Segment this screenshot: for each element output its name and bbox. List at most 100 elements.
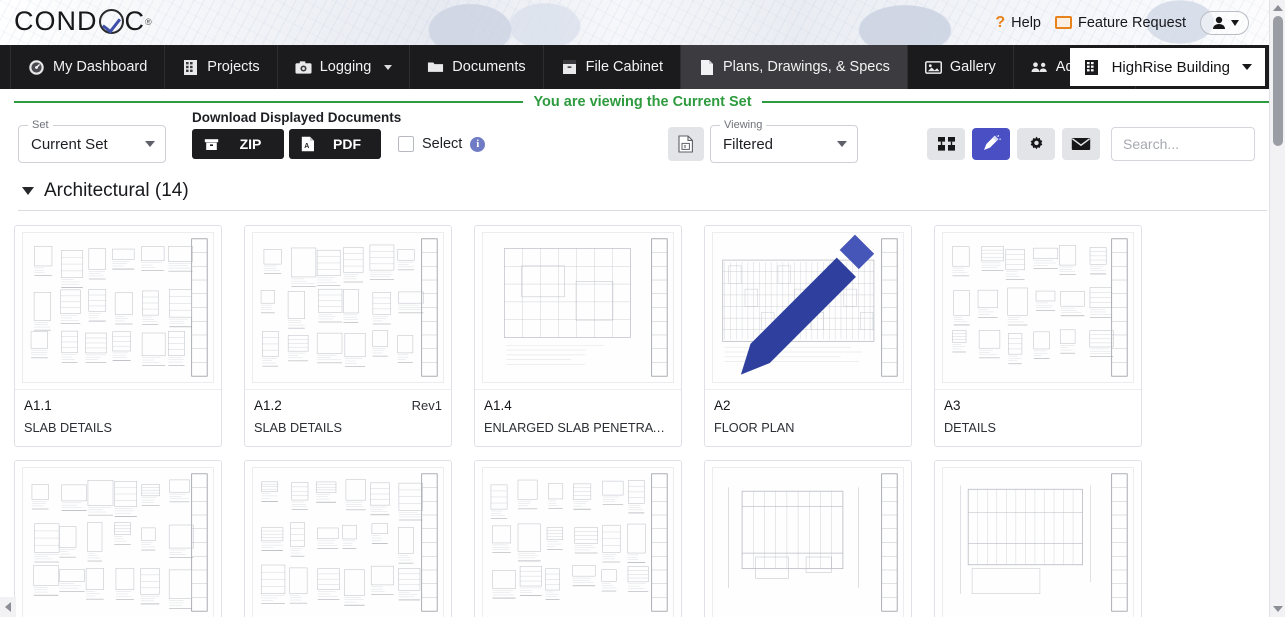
- document-thumbnail[interactable]: [475, 461, 681, 617]
- markup-wand-button[interactable]: [972, 128, 1010, 160]
- logo-text-prefix: COND: [14, 6, 98, 36]
- document-thumbnail[interactable]: [935, 226, 1141, 389]
- document-number: A1.1: [24, 398, 52, 413]
- document-card[interactable]: A2.2 Rev1: [14, 460, 222, 617]
- chevron-down-icon[interactable]: [22, 187, 34, 195]
- logo-trademark: ®: [145, 16, 153, 27]
- envelope-icon: [1071, 138, 1091, 150]
- section-header-architectural[interactable]: Architectural (14): [0, 174, 1285, 210]
- thumbnail-page: [252, 232, 444, 383]
- building-icon: [182, 59, 199, 76]
- document-thumbnail[interactable]: [475, 226, 681, 389]
- archive-box-icon: [204, 138, 219, 150]
- document-thumbnail[interactable]: [935, 461, 1141, 617]
- document-thumbnail[interactable]: [245, 461, 451, 617]
- document-card[interactable]: A3 DETAILS: [934, 225, 1142, 447]
- nav-item-projects[interactable]: Projects: [165, 45, 278, 89]
- export-xls-button[interactable]: x: [668, 127, 704, 161]
- thumbnail-page: [482, 467, 674, 617]
- document-thumbnail[interactable]: [705, 461, 911, 617]
- thumbnail-page: [712, 467, 904, 617]
- condoc-logo[interactable]: COND C ®: [14, 6, 153, 37]
- set-select-legend: Set: [28, 119, 53, 131]
- search-box[interactable]: [1111, 127, 1285, 161]
- compare-button[interactable]: [927, 128, 965, 160]
- nav-label: Plans, Drawings, & Specs: [723, 59, 890, 75]
- building-icon: [1083, 59, 1100, 76]
- documents-toolbar: Set Current Set Download Displayed Docum…: [0, 110, 1285, 174]
- document-meta: A1.2 Rev1 SLAB DETAILS: [245, 389, 451, 446]
- nav-label: File Cabinet: [585, 59, 664, 75]
- document-card[interactable]: A6: [704, 460, 912, 617]
- document-number: A2: [714, 398, 731, 413]
- excel-export-icon: x: [678, 135, 693, 153]
- document-card[interactable]: A4.1 Rev1: [474, 460, 682, 617]
- nav-item-gallery[interactable]: Gallery: [908, 45, 1014, 89]
- nav-item-logging[interactable]: Logging: [278, 45, 411, 89]
- nav-label: Gallery: [949, 59, 996, 75]
- select-documents-checkbox[interactable]: [398, 136, 414, 152]
- scroll-left-arrow-icon[interactable]: [5, 602, 11, 612]
- document-card[interactable]: A2 FLOOR PLAN: [704, 225, 912, 447]
- viewing-select-legend: Viewing: [720, 119, 767, 131]
- download-pdf-button[interactable]: A PDF: [289, 129, 381, 159]
- document-thumbnail[interactable]: [245, 226, 451, 389]
- chevron-down-icon: [1242, 64, 1252, 70]
- help-label: Help: [1011, 14, 1041, 31]
- document-number: A1.4: [484, 398, 512, 413]
- feature-request-link[interactable]: Feature Request: [1054, 15, 1186, 31]
- scroll-down-arrow-icon[interactable]: [1273, 606, 1283, 612]
- vertical-scrollbar-thumb[interactable]: [1273, 16, 1283, 146]
- document-card[interactable]: A1.4 ENLARGED SLAB PENETRATION P...: [474, 225, 682, 447]
- project-selector[interactable]: HighRise Building: [1069, 48, 1265, 86]
- nav-item-file-cabinet[interactable]: File Cabinet: [544, 45, 682, 89]
- document-card[interactable]: A1.1 SLAB DETAILS: [14, 225, 222, 447]
- document-meta: A2 FLOOR PLAN: [705, 389, 911, 446]
- document-thumbnail[interactable]: [705, 226, 911, 389]
- document-thumbnail[interactable]: [15, 461, 221, 617]
- nav-label: Logging: [319, 59, 372, 75]
- document-card[interactable]: A2.3: [244, 460, 452, 617]
- select-documents-label: Select: [422, 136, 463, 152]
- markup-wand-icon: [984, 135, 1001, 150]
- search-input[interactable]: [1121, 135, 1285, 153]
- download-group-label: Download Displayed Documents: [192, 110, 402, 125]
- gear-icon: [1030, 136, 1042, 149]
- user-avatar-icon: [1213, 16, 1225, 29]
- viewing-select[interactable]: Viewing Filtered: [710, 119, 858, 163]
- monitor-icon: [1054, 16, 1072, 29]
- nav-item-plans-drawings-specs[interactable]: Plans, Drawings, & Specs: [681, 45, 908, 89]
- banner-rule-left: [14, 101, 524, 103]
- set-select[interactable]: Set Current Set: [18, 119, 166, 163]
- document-card[interactable]: A1.2 Rev1 SLAB DETAILS: [244, 225, 452, 447]
- nav-item-documents[interactable]: Documents: [410, 45, 544, 89]
- thumbnail-page: [942, 467, 1134, 617]
- svg-text:A: A: [304, 143, 309, 150]
- document-description: ENLARGED SLAB PENETRATION P...: [484, 421, 672, 435]
- email-button[interactable]: [1062, 128, 1100, 160]
- documents-grid: A1.1 SLAB DETAILS A1.2 Rev1 SLAB DETAILS: [0, 211, 1285, 617]
- chevron-down-icon: [145, 141, 155, 147]
- scroll-up-arrow-icon[interactable]: [1273, 5, 1283, 11]
- nav-item-my-dashboard[interactable]: My Dashboard: [10, 45, 166, 89]
- settings-button[interactable]: [1017, 128, 1055, 160]
- document-meta: A1.1 SLAB DETAILS: [15, 389, 221, 446]
- user-menu-button[interactable]: [1200, 10, 1249, 35]
- logo-check-o-icon: [98, 9, 124, 34]
- document-description: SLAB DETAILS: [254, 421, 342, 435]
- download-zip-button[interactable]: ZIP: [192, 129, 284, 159]
- nav-label: Documents: [452, 59, 526, 75]
- project-selector-label: HighRise Building: [1111, 58, 1230, 76]
- horizontal-scrollbar-left-arrow[interactable]: [0, 597, 16, 617]
- thumbnail-page: [942, 232, 1134, 383]
- document-thumbnail[interactable]: [15, 226, 221, 389]
- viewing-group: x Viewing Filtered: [668, 119, 858, 163]
- help-link[interactable]: ? Help: [995, 14, 1041, 32]
- logo-text-suffix: C: [124, 6, 145, 36]
- info-icon[interactable]: i: [470, 136, 486, 152]
- document-card[interactable]: A6.1 Rev1: [934, 460, 1142, 617]
- download-pdf-label: PDF: [333, 136, 361, 152]
- document-description: SLAB DETAILS: [24, 421, 112, 435]
- document-description: FLOOR PLAN: [714, 421, 795, 435]
- vertical-scrollbar[interactable]: [1269, 0, 1285, 617]
